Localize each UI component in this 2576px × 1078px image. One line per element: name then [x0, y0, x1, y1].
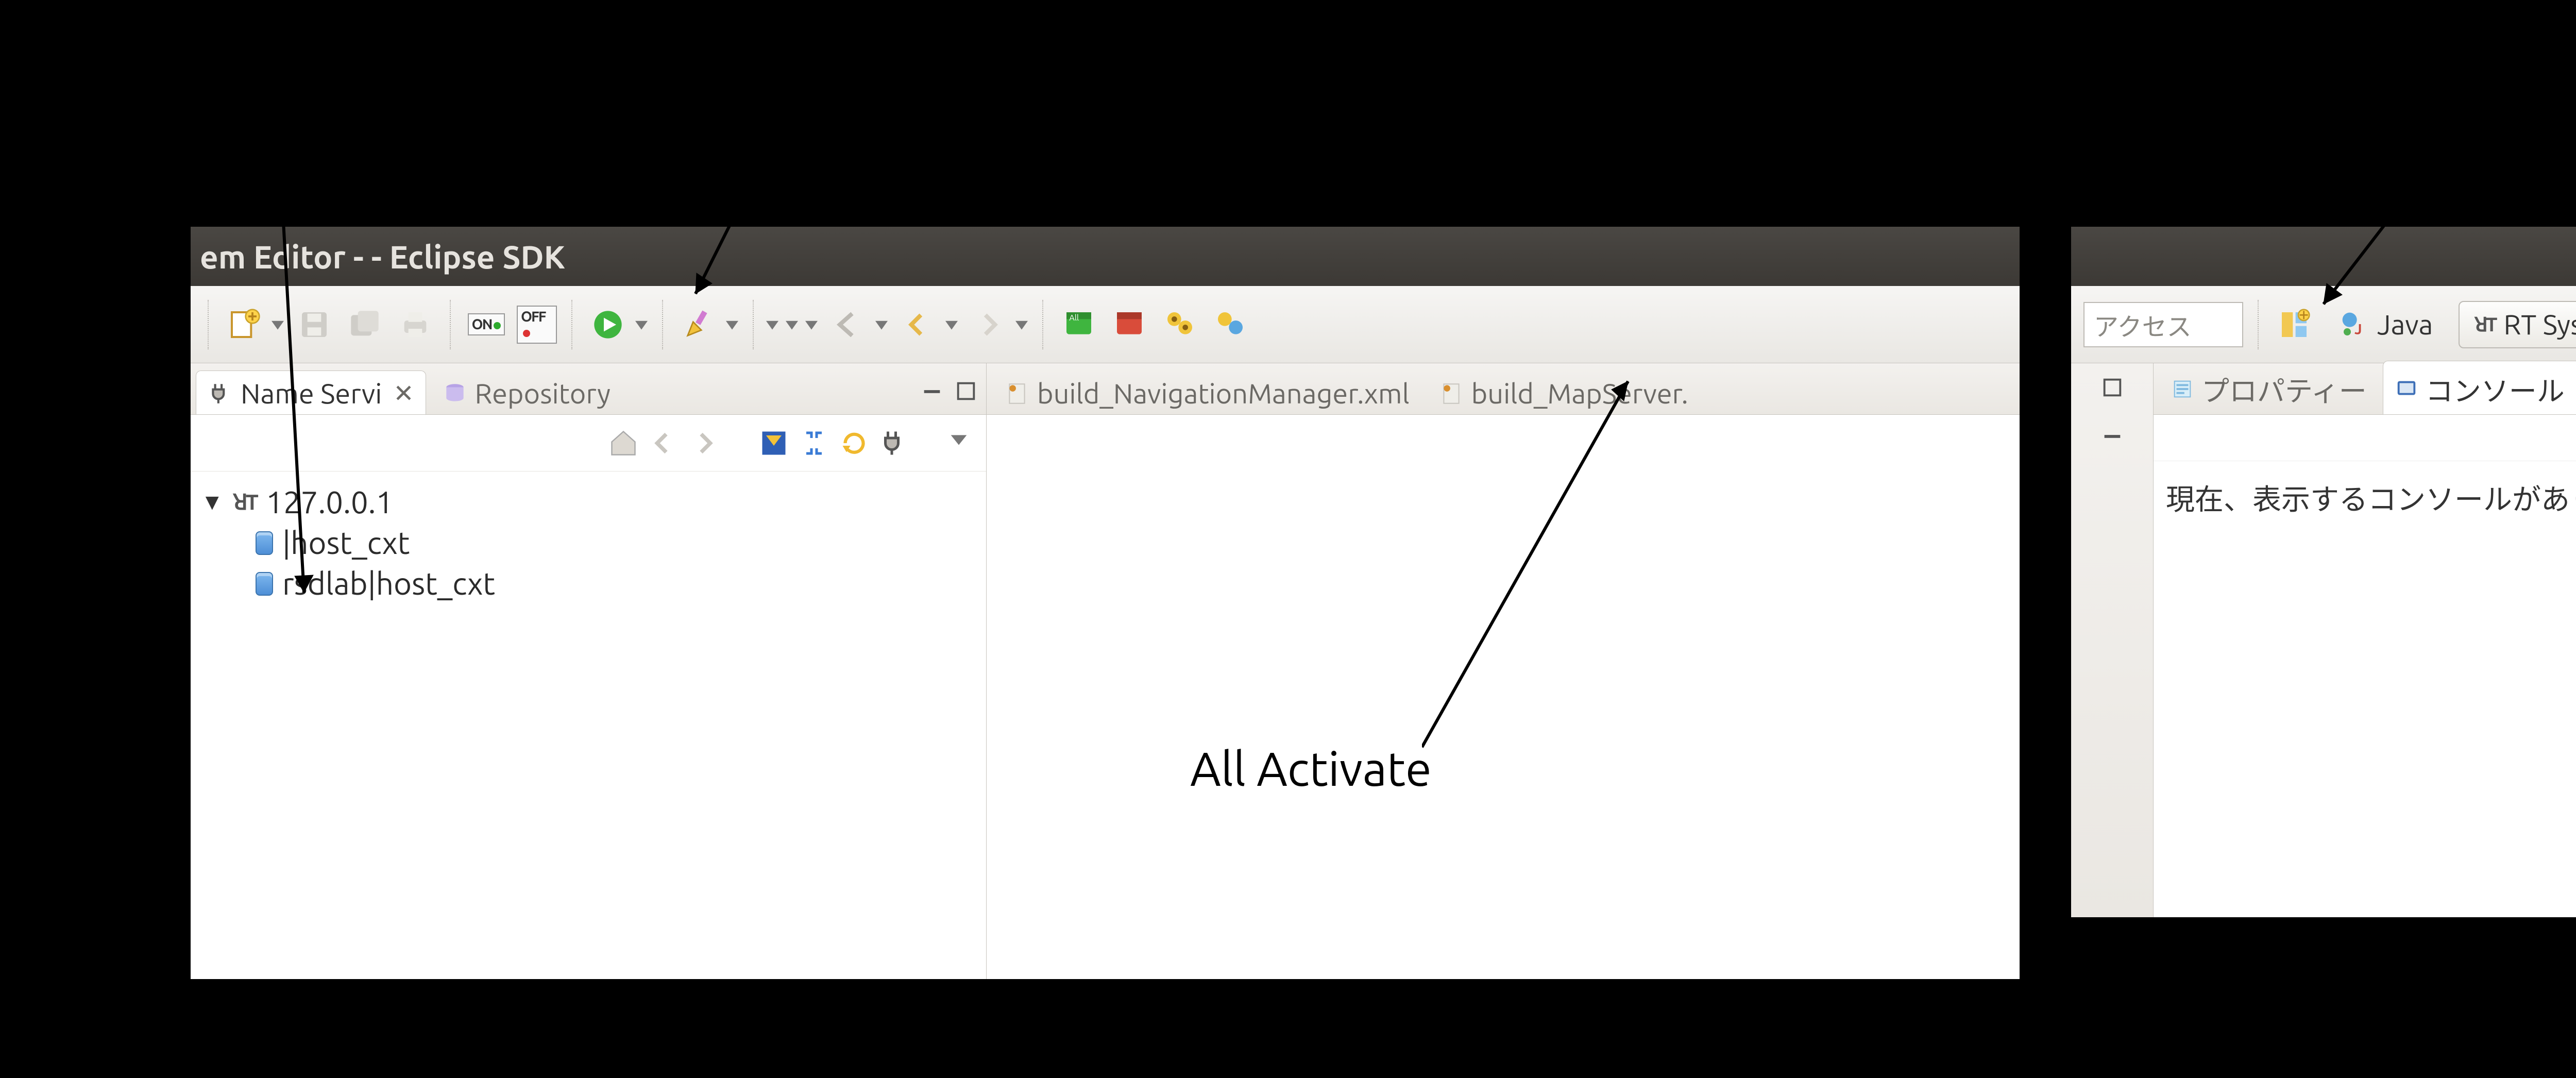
minimize-view-button[interactable]: [917, 376, 947, 406]
toolbar-separator: [2258, 300, 2260, 349]
main-toolbar: ON OFF All: [191, 286, 2020, 363]
view-menu-button[interactable]: [944, 424, 974, 454]
tab-label: プロパティー: [2201, 368, 2367, 409]
toolbar-separator: [1042, 300, 1044, 349]
right-tabbar: プロパティー コンソール ✕: [2154, 363, 2576, 415]
all-activate-button[interactable]: All: [1059, 305, 1099, 345]
forward-button[interactable]: [688, 428, 719, 459]
annotation-arrow: [185, 129, 381, 613]
perspective-label: RT System Editor: [2504, 309, 2576, 340]
right-screenshot: 01:35 アクセス J Java ꓤT RT System Editor RT…: [2071, 227, 2576, 917]
maximize-view-button[interactable]: [951, 376, 981, 406]
properties-icon: [2171, 377, 2194, 401]
tab-properties[interactable]: プロパティー: [2159, 361, 2379, 414]
tab-label: コンソール: [2426, 368, 2565, 409]
dropdown-icon[interactable]: [635, 318, 648, 331]
toolbar-separator: [571, 300, 573, 349]
svg-text:J: J: [2354, 321, 2362, 337]
run-button[interactable]: [588, 305, 628, 345]
dropdown-icon[interactable]: [786, 318, 798, 331]
window-titlebar: em Editor - - Eclipse SDK: [191, 227, 2020, 286]
tab-label: Repository: [475, 378, 611, 409]
print-button[interactable]: [395, 305, 435, 345]
dropdown-icon[interactable]: [766, 318, 778, 331]
left-screenshot: em Editor - - Eclipse SDK ON OFF: [191, 227, 2020, 979]
dropdown-icon[interactable]: [726, 318, 738, 331]
console-icon: [2395, 377, 2418, 401]
views-row: Name Servi ✕ Repository: [191, 363, 2020, 979]
right-main-pane: プロパティー コンソール ✕ 現在、表示するコンソールがありません。: [2154, 363, 2576, 917]
dropdown-icon[interactable]: [945, 318, 958, 331]
home-button[interactable]: [608, 428, 639, 459]
annotation-label: All Activate: [1190, 742, 1432, 795]
dropdown-icon[interactable]: [875, 318, 888, 331]
editor-tab-label: build_NavigationManager.xml: [1037, 378, 1410, 409]
refresh-button[interactable]: [839, 428, 870, 459]
back-button[interactable]: [898, 305, 938, 345]
all-start-button[interactable]: [1160, 305, 1200, 345]
back-button[interactable]: [648, 428, 679, 459]
repository-icon: [442, 381, 468, 407]
annotation-arrow: [1422, 371, 1690, 752]
right-views: プロパティー コンソール ✕ 現在、表示するコンソールがありません。: [2071, 363, 2576, 917]
dropdown-icon[interactable]: [805, 318, 818, 331]
filter-button[interactable]: [758, 428, 789, 459]
all-exit-button[interactable]: [1210, 305, 1250, 345]
on-button[interactable]: ON: [466, 305, 506, 345]
add-nameserver-button[interactable]: [879, 428, 910, 459]
console-empty-message: 現在、表示するコンソールがありません。: [2166, 483, 2576, 515]
svg-text:All: All: [1069, 313, 1079, 323]
forward-button[interactable]: [968, 305, 1008, 345]
editor-tab[interactable]: build_NavigationManager.xml: [992, 371, 1422, 414]
annotation-arrow: [2293, 124, 2499, 319]
dropdown-icon[interactable]: [1015, 318, 1028, 331]
console-body: 現在、表示するコンソールがありません。: [2154, 461, 2576, 917]
collapse-button[interactable]: [799, 428, 829, 459]
quick-access-placeholder: アクセス: [2094, 307, 2192, 343]
toolbar-separator: [450, 300, 452, 349]
tab-console[interactable]: コンソール ✕: [2383, 361, 2576, 414]
annotation-arrow: [659, 119, 814, 314]
nav-back-button[interactable]: [828, 305, 868, 345]
quick-access-input[interactable]: アクセス: [2083, 302, 2243, 347]
annotation-all-activate: All Activate: [1190, 742, 1432, 795]
file-icon: [1004, 381, 1030, 407]
console-toolbar: [2154, 415, 2576, 461]
editor-min-sliver: [2071, 363, 2154, 917]
off-button[interactable]: OFF: [517, 305, 557, 345]
all-deactivate-button[interactable]: [1109, 305, 1149, 345]
minimize-view-button[interactable]: [2097, 421, 2127, 451]
tab-repository[interactable]: Repository: [430, 370, 622, 414]
restore-view-button[interactable]: [2097, 373, 2127, 402]
close-icon[interactable]: ✕: [393, 379, 414, 408]
